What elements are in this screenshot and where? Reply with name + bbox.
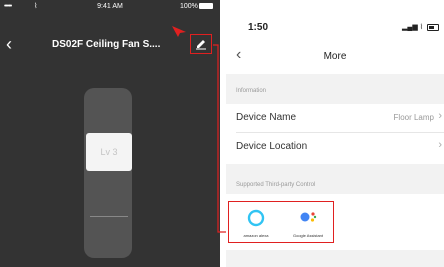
google-assistant-option[interactable]: Google Assistant xyxy=(285,208,331,238)
bottom-gap xyxy=(226,250,444,267)
page-title: More xyxy=(323,51,347,62)
third-party-control-panel: amazon alexa Google Assistant xyxy=(228,201,334,243)
status-icons: ▂▄▆ ⌇ xyxy=(402,23,440,31)
chevron-right-icon: › xyxy=(438,110,442,122)
status-bar: 1:50 ▂▄▆ ⌇ xyxy=(226,0,444,40)
third-party-section-header: Supported Third-party Control xyxy=(226,164,444,194)
signal-icon: ▂▄▆ xyxy=(402,24,418,31)
battery-icon xyxy=(199,3,213,9)
left-phone-screen: ••••• ⌇ 9:41 AM 100% ‹ DS02F Ceiling Fan… xyxy=(0,0,220,267)
section-label-third-party: Supported Third-party Control xyxy=(236,182,316,188)
nav-bar: ‹ More xyxy=(226,44,444,68)
battery-icon xyxy=(427,23,440,31)
edit-button[interactable] xyxy=(190,34,212,54)
back-button[interactable]: ‹ xyxy=(6,34,12,54)
page-title: DS02F Ceiling Fan S.... xyxy=(52,39,161,50)
alexa-option[interactable]: amazon alexa xyxy=(233,208,279,238)
battery-percent: 100% xyxy=(180,3,198,10)
device-location-row[interactable]: Device Location › xyxy=(226,133,444,161)
section-label-information: Information xyxy=(236,88,267,94)
device-location-label: Device Location xyxy=(236,141,308,152)
status-bar: ••••• ⌇ 9:41 AM 100% xyxy=(0,0,220,14)
arrow-head-icon xyxy=(172,26,186,37)
status-time: 1:50 xyxy=(248,22,269,33)
pencil-icon xyxy=(196,40,206,50)
chevron-right-icon: › xyxy=(438,139,442,151)
wifi-icon: ⌇ xyxy=(419,24,424,31)
alexa-icon xyxy=(247,209,265,227)
level-slider-knob[interactable]: Lv 3 xyxy=(86,133,132,171)
information-section-header: Information xyxy=(226,74,444,104)
device-name-row[interactable]: Device Name Floor Lamp › xyxy=(226,104,444,132)
google-assistant-icon xyxy=(300,212,317,222)
alexa-label: amazon alexa xyxy=(243,233,269,238)
right-phone-screen: 1:50 ▂▄▆ ⌇ ‹ More Information Device Nam… xyxy=(226,0,444,267)
google-assistant-label: Google Assistant xyxy=(292,233,324,238)
level-slider-track[interactable] xyxy=(84,88,132,258)
device-name-value: Floor Lamp xyxy=(393,113,434,122)
device-name-label: Device Name xyxy=(236,112,297,123)
slider-divider xyxy=(90,216,128,217)
